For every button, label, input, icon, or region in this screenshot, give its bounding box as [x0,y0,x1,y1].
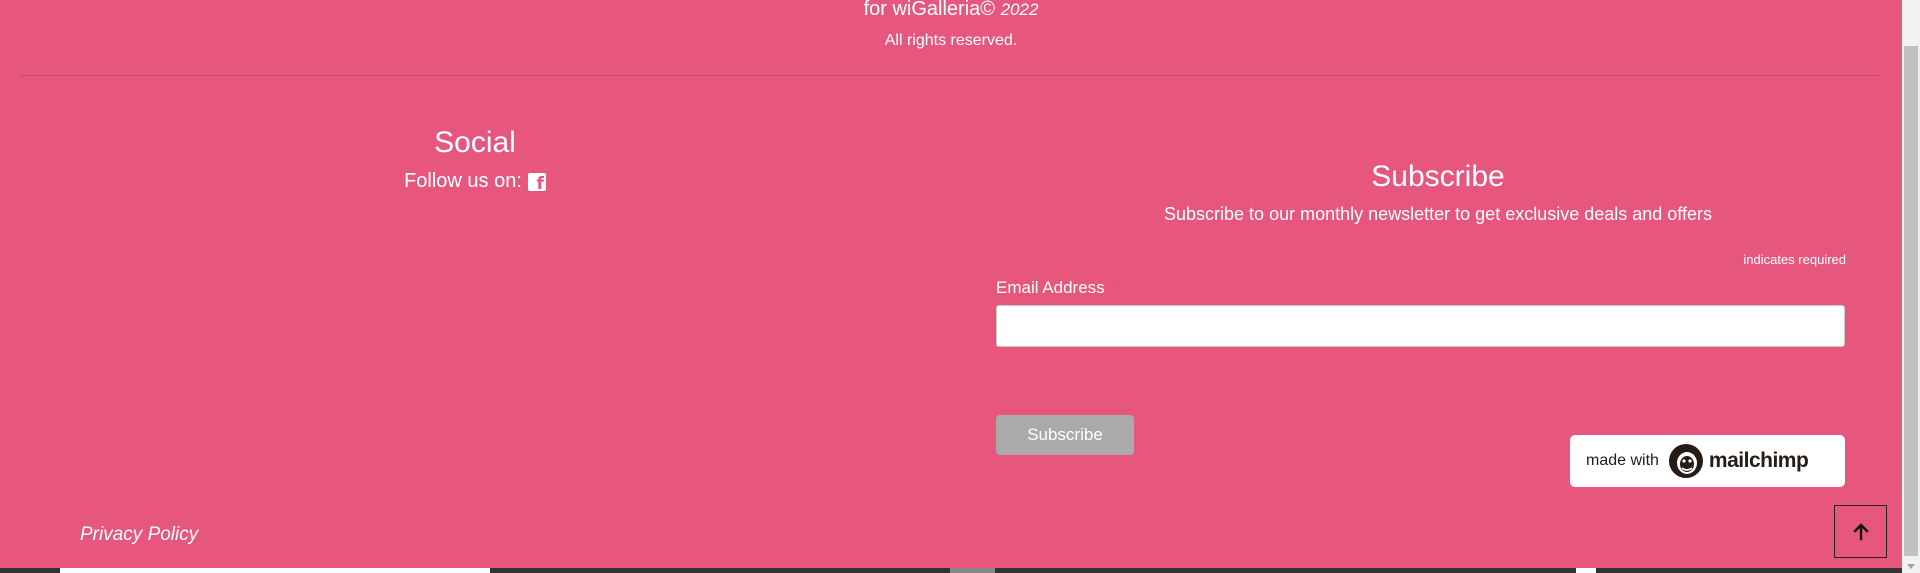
footer-section: for wiGalleria© 2022 All rights reserved… [0,0,1902,573]
subscribe-description: Subscribe to our monthly newsletter to g… [1164,204,1712,224]
vertical-scrollbar[interactable] [1902,0,1920,573]
copyright-year: 2022 [1000,0,1039,19]
bottom-strip-segment [1576,568,1596,573]
email-label-text: Email Address [996,278,1105,297]
subscribe-button[interactable]: Subscribe [996,415,1134,455]
rights-text: All rights reserved. [884,32,1018,49]
email-label: Email Address * [996,278,1116,298]
required-note: * indicates required [1734,252,1846,267]
scrollbar-thumb[interactable] [1904,46,1918,556]
privacy-policy-link[interactable]: Privacy Policy [80,524,198,546]
follow-label: Follow us on: [404,170,522,192]
bottom-content-strip [0,568,1902,573]
bottom-strip-segment [950,568,995,573]
email-required-star: * [1109,278,1117,297]
mailchimp-logo-icon [1668,444,1703,478]
made-with-text: made with [1586,452,1659,469]
footer-divider [20,75,1880,76]
arrow-up-icon [1852,522,1869,540]
scroll-down-arrow-icon[interactable] [1907,564,1915,569]
facebook-icon[interactable] [527,172,546,194]
back-to-top-button[interactable] [1834,505,1887,558]
copyright-line: for wiGalleria© 2022 [0,0,1902,21]
mailchimp-badge[interactable]: made with mailchimp [1570,435,1845,487]
subscribe-title: Subscribe [1371,160,1505,193]
social-section: Social Follow us on: [0,124,950,194]
mailchimp-brand-text: mailchimp [1708,449,1809,472]
social-title: Social [434,126,516,159]
required-star: * [1734,252,1740,267]
follow-row: Follow us on: [404,170,546,194]
email-input[interactable] [996,305,1845,347]
required-note-text: indicates required [1743,252,1846,267]
copyright-text: for wiGalleria© [863,0,996,20]
bottom-strip-segment [60,568,490,573]
